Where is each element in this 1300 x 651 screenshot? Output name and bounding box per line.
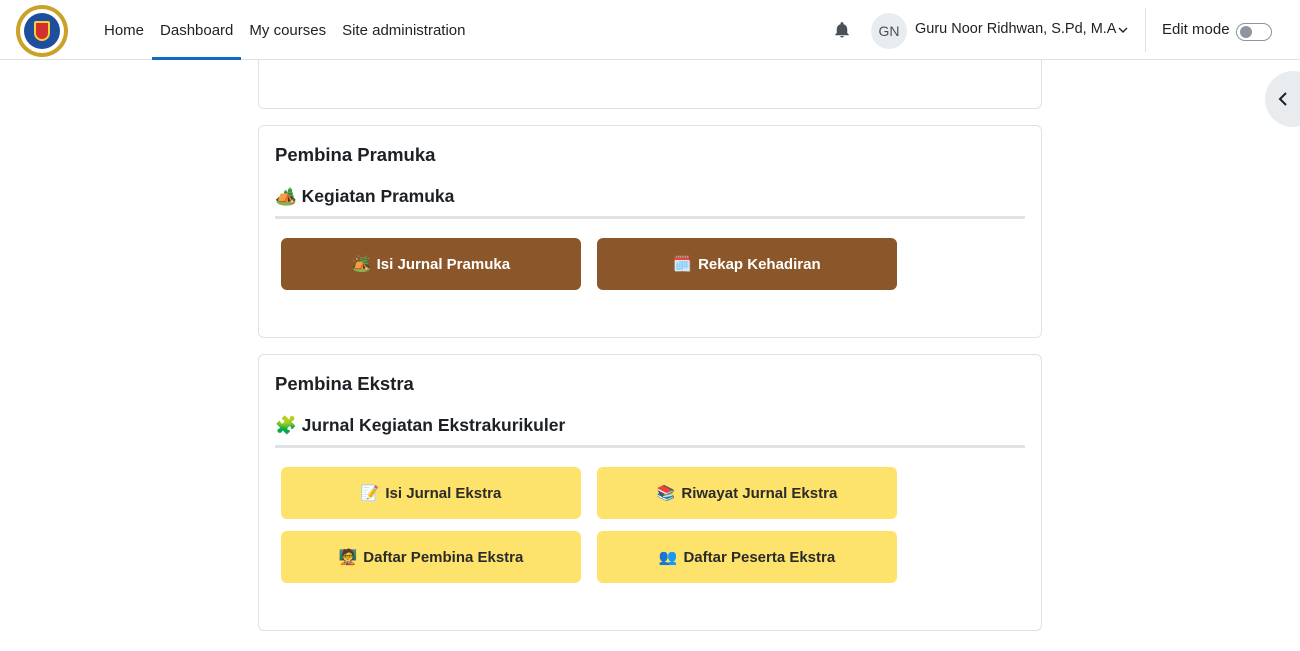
books-icon: 📚: [656, 485, 676, 502]
user-avatar[interactable]: GN: [871, 13, 907, 49]
people-icon: 👥: [658, 549, 678, 566]
button-label: Riwayat Jurnal Ekstra: [681, 484, 838, 502]
block-title: Pembina Ekstra: [275, 373, 414, 394]
chevron-down-icon[interactable]: [1118, 26, 1128, 34]
nav-dashboard[interactable]: Dashboard: [152, 0, 242, 60]
campsite-icon: 🏕️: [275, 186, 297, 206]
button-label: Isi Jurnal Pramuka: [376, 255, 511, 273]
button-label: Isi Jurnal Ekstra: [385, 484, 502, 502]
open-drawer-button[interactable]: [1265, 71, 1300, 127]
navbar-divider: [1145, 8, 1146, 52]
user-menu-name[interactable]: Guru Noor Ridhwan, S.Pd, M.A: [915, 21, 1116, 37]
logo-shield-icon: [34, 21, 50, 41]
daftar-pembina-ekstra-button[interactable]: 🧑‍🏫 Daftar Pembina Ekstra: [281, 531, 581, 583]
isi-jurnal-pramuka-button[interactable]: 🏕️ Isi Jurnal Pramuka: [281, 238, 581, 290]
memo-icon: 📝: [360, 485, 380, 502]
nav-my-courses[interactable]: My courses: [241, 0, 334, 60]
rekap-kehadiran-button[interactable]: 🗓️ Rekap Kehadiran: [597, 238, 897, 290]
section-heading-text: Jurnal Kegiatan Ekstrakurikuler: [301, 415, 566, 435]
edit-mode-label: Edit mode: [1162, 21, 1230, 38]
section-heading: 🏕️ Kegiatan Pramuka: [275, 186, 1025, 219]
button-label: Daftar Peserta Ekstra: [683, 548, 836, 566]
pembina-pramuka-card: Pembina Pramuka 🏕️ Kegiatan Pramuka 🏕️ I…: [258, 125, 1042, 338]
nav-home[interactable]: Home: [96, 0, 152, 60]
toggle-knob: [1240, 26, 1252, 38]
section-heading: 🧩 Jurnal Kegiatan Ekstrakurikuler: [275, 415, 1025, 448]
teacher-icon: 🧑‍🏫: [338, 549, 358, 566]
primary-navigation: Home Dashboard My courses Site administr…: [96, 0, 474, 60]
nav-site-administration[interactable]: Site administration: [334, 0, 473, 60]
top-navbar: Home Dashboard My courses Site administr…: [0, 0, 1300, 60]
logo-emblem: [24, 13, 60, 49]
section-heading-text: Kegiatan Pramuka: [301, 186, 455, 206]
chevron-left-icon: [1278, 92, 1287, 106]
pembina-ekstra-card: Pembina Ekstra 🧩 Jurnal Kegiatan Ekstrak…: [258, 354, 1042, 631]
calendar-icon: 🗓️: [673, 256, 693, 273]
campsite-icon: 🏕️: [351, 256, 371, 273]
site-logo[interactable]: [16, 5, 68, 57]
isi-jurnal-ekstra-button[interactable]: 📝 Isi Jurnal Ekstra: [281, 467, 581, 519]
puzzle-icon: 🧩: [275, 415, 297, 435]
button-label: Rekap Kehadiran: [698, 255, 821, 273]
block-title: Pembina Pramuka: [275, 144, 436, 165]
button-label: Daftar Pembina Ekstra: [363, 548, 524, 566]
daftar-peserta-ekstra-button[interactable]: 👥 Daftar Peserta Ekstra: [597, 531, 897, 583]
edit-mode-toggle[interactable]: [1236, 23, 1272, 41]
bell-icon[interactable]: [833, 21, 851, 39]
riwayat-jurnal-ekstra-button[interactable]: 📚 Riwayat Jurnal Ekstra: [597, 467, 897, 519]
logo-ring: [20, 9, 64, 53]
